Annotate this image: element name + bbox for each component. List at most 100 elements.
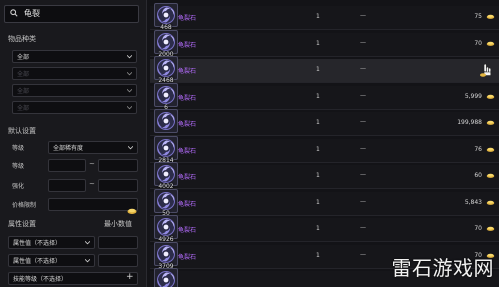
attribute-2-min-input[interactable] bbox=[98, 254, 138, 267]
item-quantity: 1 bbox=[316, 251, 320, 259]
item-quantity: 1 bbox=[316, 172, 320, 179]
subcategory-select-2[interactable]: 全部 bbox=[12, 84, 137, 97]
enhance-max-input[interactable] bbox=[98, 179, 138, 192]
hand-cursor-icon bbox=[480, 63, 492, 77]
gem-icon bbox=[157, 244, 175, 263]
item-thumbnail[interactable]: 4926 bbox=[154, 215, 178, 243]
item-seller-placeholder: — bbox=[360, 12, 366, 19]
item-quantity: 1 bbox=[316, 66, 320, 73]
item-thumbnail[interactable]: 3709 bbox=[154, 241, 178, 270]
category-select-value: 全部 bbox=[17, 54, 30, 61]
item-price: 75 bbox=[474, 13, 482, 20]
item-row[interactable]: 龟裂石 1 — 199,988 bbox=[150, 109, 499, 136]
item-price: 60 bbox=[474, 172, 482, 179]
grade-select[interactable]: 全部稀有度 bbox=[48, 141, 138, 154]
subcategory-select-3[interactable]: 全部 bbox=[12, 101, 137, 114]
item-row[interactable]: 2814 龟裂石 1 — 76 bbox=[150, 135, 499, 164]
item-name[interactable]: 龟裂石 bbox=[178, 172, 196, 181]
item-thumbnail[interactable]: 2814 bbox=[154, 135, 178, 164]
gem-icon bbox=[157, 32, 175, 51]
item-thumbnail[interactable]: 4002 bbox=[154, 162, 178, 190]
chevron-down-icon bbox=[85, 240, 90, 245]
chevron-down-icon bbox=[127, 105, 132, 110]
level-label: 等级 bbox=[12, 163, 25, 170]
item-seller-placeholder: — bbox=[360, 38, 366, 46]
attribute-select-2[interactable]: 属性值（不选择） bbox=[8, 254, 95, 267]
enhance-range-separator: ~ bbox=[89, 180, 95, 188]
item-seller-placeholder: — bbox=[360, 144, 366, 152]
item-seller-placeholder: — bbox=[360, 171, 366, 178]
gold-coin-icon bbox=[486, 14, 495, 19]
grade-label: 等级 bbox=[12, 145, 25, 152]
chevron-down-icon bbox=[127, 88, 132, 93]
item-row[interactable]: 468 龟裂石 1 — 75 bbox=[150, 3, 499, 31]
item-seller-placeholder: — bbox=[360, 197, 366, 205]
search-input[interactable]: 龟裂 bbox=[4, 5, 139, 23]
item-quantity: 1 bbox=[316, 92, 320, 100]
item-price: 199,988 bbox=[457, 119, 482, 126]
gem-icon bbox=[157, 191, 175, 210]
attribute-1-min-input[interactable] bbox=[98, 236, 138, 249]
level-min-input[interactable] bbox=[48, 159, 86, 172]
item-quantity: 1 bbox=[316, 198, 320, 206]
item-quantity: 1 bbox=[316, 225, 320, 232]
item-thumbnail[interactable] bbox=[154, 109, 178, 133]
level-max-input[interactable] bbox=[98, 159, 138, 172]
search-icon bbox=[10, 9, 18, 17]
item-name[interactable]: 龟裂石 bbox=[178, 146, 196, 155]
item-row[interactable]: 4002 龟裂石 1 — 60 bbox=[150, 162, 499, 190]
item-name[interactable]: 龟裂石 bbox=[178, 252, 196, 261]
item-row[interactable]: 2468 龟裂石 1 — bbox=[150, 56, 499, 84]
item-name[interactable]: 龟裂石 bbox=[178, 66, 196, 75]
item-name[interactable]: 龟裂石 bbox=[178, 13, 196, 22]
gem-icon bbox=[157, 218, 175, 236]
price-limit-input[interactable] bbox=[48, 198, 138, 211]
item-seller-placeholder: — bbox=[360, 250, 366, 258]
default-settings-label: 默认设置 bbox=[8, 127, 36, 135]
item-thumbnail[interactable]: 50 bbox=[154, 188, 178, 217]
skill-level-select[interactable]: 技能等级（不选择） bbox=[8, 272, 138, 285]
category-select[interactable]: 全部 bbox=[12, 50, 137, 63]
search-value: 龟裂 bbox=[24, 9, 40, 18]
item-seller-placeholder: — bbox=[360, 224, 366, 231]
gold-coin-icon bbox=[486, 41, 495, 46]
item-thumbnail[interactable]: 6 bbox=[154, 82, 178, 111]
item-name[interactable]: 龟裂石 bbox=[178, 119, 196, 128]
gold-coin-icon bbox=[486, 173, 495, 178]
gem-icon bbox=[157, 85, 175, 104]
subcategory-select-2-value: 全部 bbox=[17, 88, 30, 95]
gem-icon bbox=[157, 6, 175, 24]
item-row[interactable]: 4926 龟裂石 1 — 70 bbox=[150, 215, 499, 243]
attribute-select-1-value: 属性值（不选择） bbox=[13, 240, 62, 247]
enhance-min-input[interactable] bbox=[48, 179, 86, 192]
skill-level-select-value: 技能等级（不选择） bbox=[13, 276, 68, 283]
item-price: 5,999 bbox=[464, 92, 482, 100]
gem-icon bbox=[157, 59, 175, 77]
item-name[interactable]: 龟裂石 bbox=[178, 93, 196, 102]
filter-panel: 龟裂 物品种类 全部 全部 全部 全部 默认设置 等级 全部稀有度 等级 ~ 强… bbox=[0, 0, 147, 287]
add-skill-button[interactable]: + bbox=[126, 273, 134, 282]
category-label: 物品种类 bbox=[8, 35, 36, 43]
gold-coin-icon bbox=[486, 200, 495, 205]
item-quantity: 1 bbox=[316, 145, 320, 153]
attribute-select-1[interactable]: 属性值（不选择） bbox=[8, 236, 95, 249]
item-name[interactable]: 龟裂石 bbox=[178, 225, 196, 234]
subcategory-select-1[interactable]: 全部 bbox=[12, 67, 137, 80]
chevron-down-icon bbox=[127, 54, 132, 59]
item-thumbnail[interactable]: 468 bbox=[154, 3, 178, 31]
chevron-down-icon bbox=[85, 258, 90, 263]
item-row[interactable]: 50 龟裂石 1 — 5,843 bbox=[150, 188, 499, 217]
min-value-label: 最小数值 bbox=[104, 220, 132, 228]
item-name[interactable]: 龟裂石 bbox=[178, 199, 196, 208]
item-thumbnail[interactable]: 2000 bbox=[154, 29, 178, 58]
item-name[interactable]: 龟裂石 bbox=[178, 40, 196, 49]
item-row[interactable]: 2000 龟裂石 1 — 70 bbox=[150, 29, 499, 58]
item-quantity: 1 bbox=[316, 39, 320, 47]
item-thumbnail[interactable] bbox=[154, 268, 178, 287]
gold-coin-icon bbox=[127, 208, 137, 214]
grade-select-value: 全部稀有度 bbox=[53, 145, 84, 152]
item-row[interactable]: 6 龟裂石 1 — 5,999 bbox=[150, 82, 499, 111]
item-thumbnail[interactable]: 2468 bbox=[154, 56, 178, 84]
chevron-down-icon bbox=[128, 145, 133, 150]
gold-coin-icon bbox=[486, 226, 495, 231]
